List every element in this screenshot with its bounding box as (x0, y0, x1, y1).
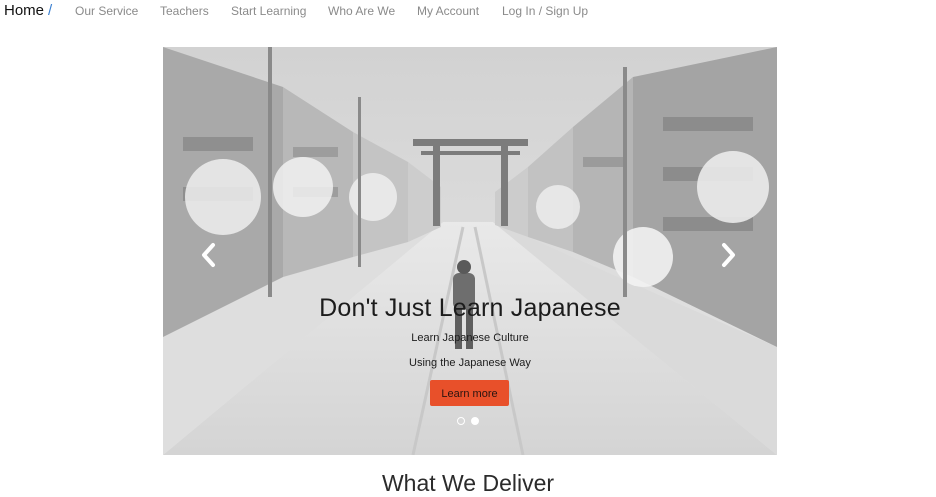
nav-home-label: Home (4, 2, 45, 19)
section-title: What We Deliver (381, 470, 555, 496)
nav-item-my-account[interactable]: My Account (417, 4, 479, 18)
carousel-indicators (457, 417, 479, 425)
nav-item-teachers[interactable]: Teachers (160, 4, 209, 18)
carousel-next-button[interactable] (718, 240, 738, 270)
carousel-subtitle-2: Using the Japanese Way (409, 357, 531, 369)
carousel-indicator-2[interactable] (471, 417, 479, 425)
breadcrumb-separator: / (48, 2, 53, 19)
nav-item-start-learning[interactable]: Start Learning (231, 4, 306, 18)
chevron-left-icon (202, 243, 215, 267)
nav-home-link[interactable]: Home / (4, 2, 52, 19)
page: Home / Our Service Teachers Start Learnin… (0, 0, 936, 497)
carousel-title: Don't Just Learn Japanese (319, 294, 621, 322)
top-navigation: Home / Our Service Teachers Start Learnin… (0, 0, 936, 22)
carousel-prev-button[interactable] (199, 240, 219, 270)
learn-more-button[interactable]: Learn more (430, 380, 509, 406)
hero-carousel: Don't Just Learn Japanese Learn Japanese… (163, 47, 777, 455)
nav-item-our-service[interactable]: Our Service (75, 4, 138, 18)
nav-item-login-signup[interactable]: Log In / Sign Up (502, 4, 588, 18)
chevron-right-icon (722, 243, 735, 267)
carousel-subtitle-1: Learn Japanese Culture (411, 332, 529, 344)
nav-item-who-are-we[interactable]: Who Are We (328, 4, 395, 18)
carousel-indicator-1[interactable] (457, 417, 465, 425)
